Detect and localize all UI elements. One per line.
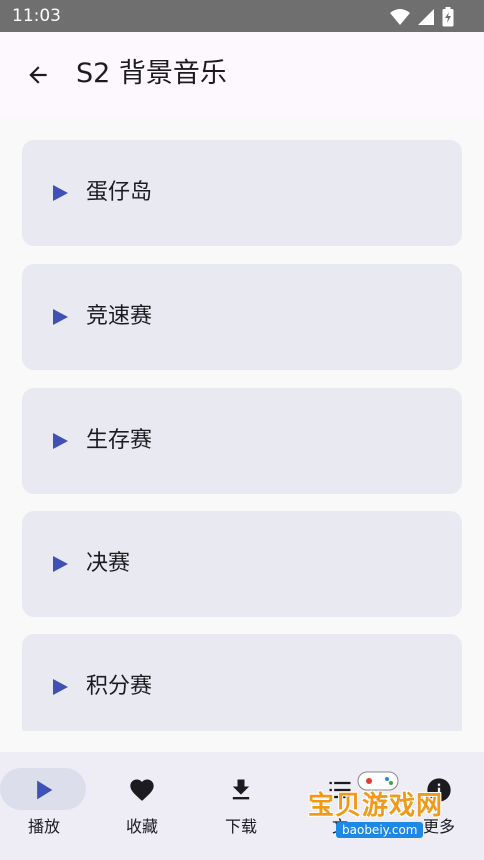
track-label: 竞速赛: [86, 304, 153, 329]
play-icon: [53, 433, 68, 449]
track-item-danzaidao[interactable]: 蛋仔岛: [22, 140, 462, 246]
page-title: S2 背景音乐: [76, 58, 227, 89]
app-bar: S2 背景音乐: [0, 32, 484, 118]
arrow-left-icon: [29, 66, 47, 84]
play-icon: [53, 679, 68, 695]
signal-icon: [418, 9, 434, 25]
wifi-icon: [390, 9, 410, 25]
nav-label: 更多: [422, 817, 455, 836]
status-icons: [390, 7, 454, 27]
back-button[interactable]: [18, 55, 58, 95]
heart-icon: [130, 779, 154, 801]
track-item-juesai[interactable]: 决赛: [22, 511, 462, 617]
status-bar: 11:03: [0, 0, 484, 32]
nav-label: 收藏: [125, 817, 158, 836]
nav-label: 下载: [224, 817, 257, 836]
list-icon: [329, 781, 351, 799]
nav-item-favorites[interactable]: 收藏: [94, 752, 190, 860]
download-icon: [232, 779, 250, 800]
track-list[interactable]: 蛋仔岛 竞速赛 生存赛 决赛 积分赛: [0, 118, 484, 731]
track-item-jifensai[interactable]: 积分赛: [22, 634, 462, 731]
track-item-jingsusai[interactable]: 竞速赛: [22, 264, 462, 370]
track-label: 积分赛: [86, 674, 153, 699]
battery-icon: [442, 7, 454, 27]
nav-item-download[interactable]: 下载: [193, 752, 289, 860]
nav-item-play[interactable]: 播放: [0, 752, 96, 860]
play-icon: [37, 780, 53, 800]
nav-item-more[interactable]: 更多: [391, 752, 484, 860]
nav-label: 播放: [27, 817, 60, 836]
play-icon: [53, 309, 68, 325]
bottom-navigation: 播放 收藏 下载 文 更多: [0, 752, 484, 860]
track-item-shengcunsai[interactable]: 生存赛: [22, 388, 462, 494]
track-label: 生存赛: [86, 428, 153, 453]
info-icon: [427, 778, 451, 802]
play-icon: [53, 556, 68, 572]
play-icon: [53, 185, 68, 201]
nav-item-list[interactable]: 文: [292, 752, 388, 860]
nav-label: 文: [331, 817, 348, 836]
track-label: 决赛: [86, 551, 131, 576]
track-label: 蛋仔岛: [86, 180, 153, 205]
status-time: 11:03: [12, 6, 61, 26]
